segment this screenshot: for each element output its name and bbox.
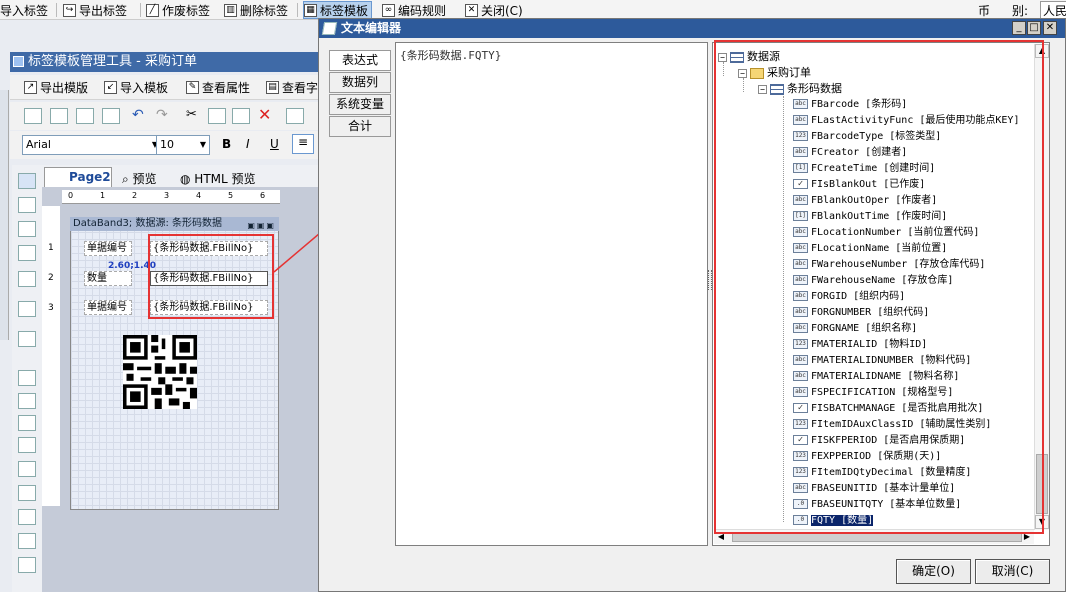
tab-system-variables[interactable]: 系统变量 xyxy=(329,94,391,115)
highlight-box-tree xyxy=(714,40,1044,534)
expression-text: {条形码数据.FQTY} xyxy=(400,49,502,62)
tab-totals[interactable]: 合计 xyxy=(329,116,391,137)
cancel-button[interactable]: 取消(C) xyxy=(975,559,1050,584)
minimize-button[interactable]: _ xyxy=(1012,21,1026,35)
expression-editor[interactable] xyxy=(395,42,708,546)
tab-expression[interactable]: 表达式 xyxy=(329,50,391,71)
dialog-close-button[interactable]: ✕ xyxy=(1043,21,1057,35)
dialog-title: 文本编辑器 xyxy=(319,19,1065,38)
ok-button[interactable]: 确定(O) xyxy=(896,559,971,584)
maximize-button[interactable]: □ xyxy=(1027,21,1041,35)
tab-data-columns[interactable]: 数据列 xyxy=(329,72,391,93)
editor-icon xyxy=(321,22,338,35)
